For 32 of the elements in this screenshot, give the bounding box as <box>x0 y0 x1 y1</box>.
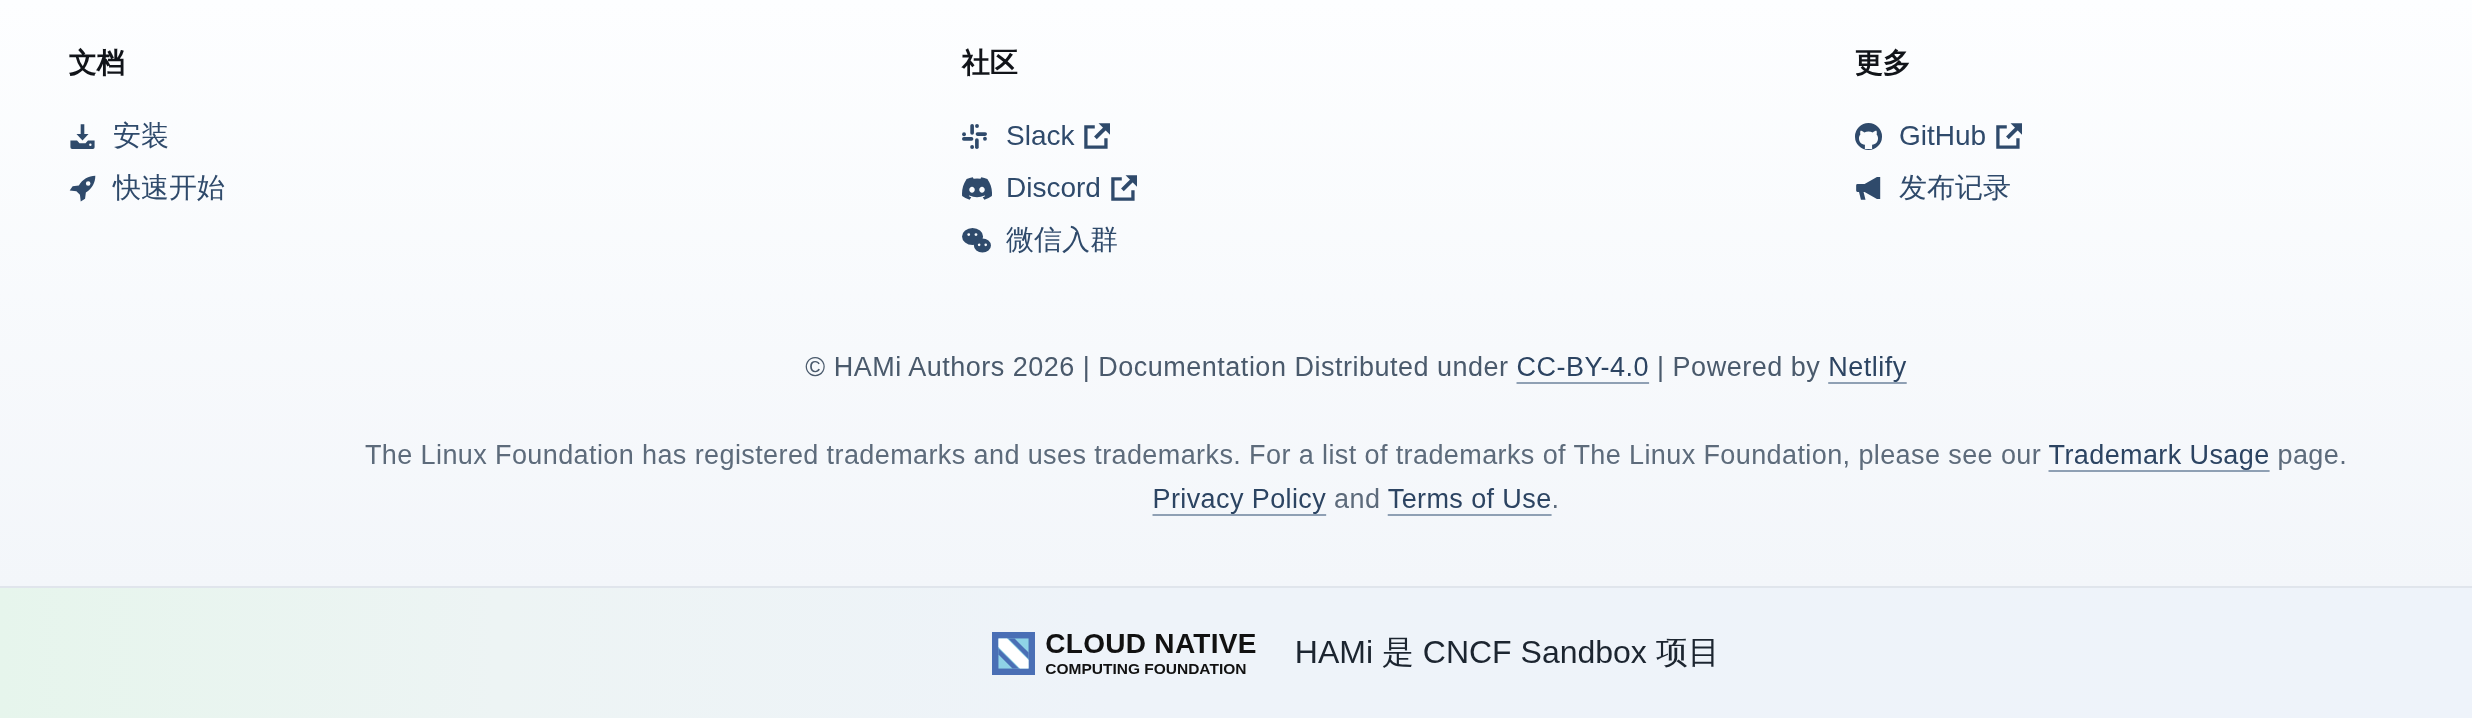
column-heading: 更多 <box>1855 46 1911 80</box>
logo-title: CLOUD NATIVE <box>1045 629 1257 657</box>
footer-link[interactable]: 快速开始 <box>69 168 225 208</box>
footer-link[interactable]: Slack <box>962 116 1111 156</box>
external-link-icon <box>1110 175 1137 201</box>
column-heading: 文档 <box>69 46 125 80</box>
inline-link[interactable]: Trademark Usage <box>2048 440 2270 470</box>
slack-icon <box>962 123 987 149</box>
footer-link[interactable]: 安装 <box>69 116 169 156</box>
inline-link[interactable]: Netlify <box>1828 352 1907 382</box>
footer-link[interactable]: GitHub <box>1855 116 2023 156</box>
logo-subtitle: COMPUTING FOUNDATION <box>1045 659 1248 677</box>
bullhorn-icon <box>1855 175 1882 201</box>
rocket-icon <box>69 174 96 202</box>
discord-icon <box>962 176 992 200</box>
footer-link[interactable]: Discord <box>962 168 1137 208</box>
inline-link[interactable]: CC-BY-4.0 <box>1516 352 1650 382</box>
download-icon <box>69 123 96 149</box>
sandbox-statement: HAMi 是 CNCF Sandbox 项目 <box>1294 633 1720 672</box>
footer-link[interactable]: 发布记录 <box>1855 168 2011 208</box>
footer-link[interactable]: 微信入群 <box>962 220 1118 260</box>
trademark-notice: The Linux Foundation has registered trademarks and uses trademarks. For a list of trademarks of The Linux Foundation, please see our Trademark Usage page. <box>363 439 2349 472</box>
column-heading: 社区 <box>962 46 1018 80</box>
wechat-icon <box>962 227 991 253</box>
external-link-icon <box>1996 123 2023 149</box>
inline-link[interactable]: Terms of Use <box>1387 484 1552 514</box>
copyright-text: © HAMi Authors 2026 | Documentation Distributed under CC-BY-4.0 | Powered by Netlify <box>804 351 1908 384</box>
inline-link[interactable]: Privacy Policy <box>1152 484 1327 514</box>
github-icon <box>1855 122 1882 150</box>
legal-links-text: Privacy Policy and Terms of Use. <box>1151 483 1561 516</box>
external-link-icon <box>1084 123 1111 149</box>
cncf-logo-icon <box>992 631 1036 675</box>
